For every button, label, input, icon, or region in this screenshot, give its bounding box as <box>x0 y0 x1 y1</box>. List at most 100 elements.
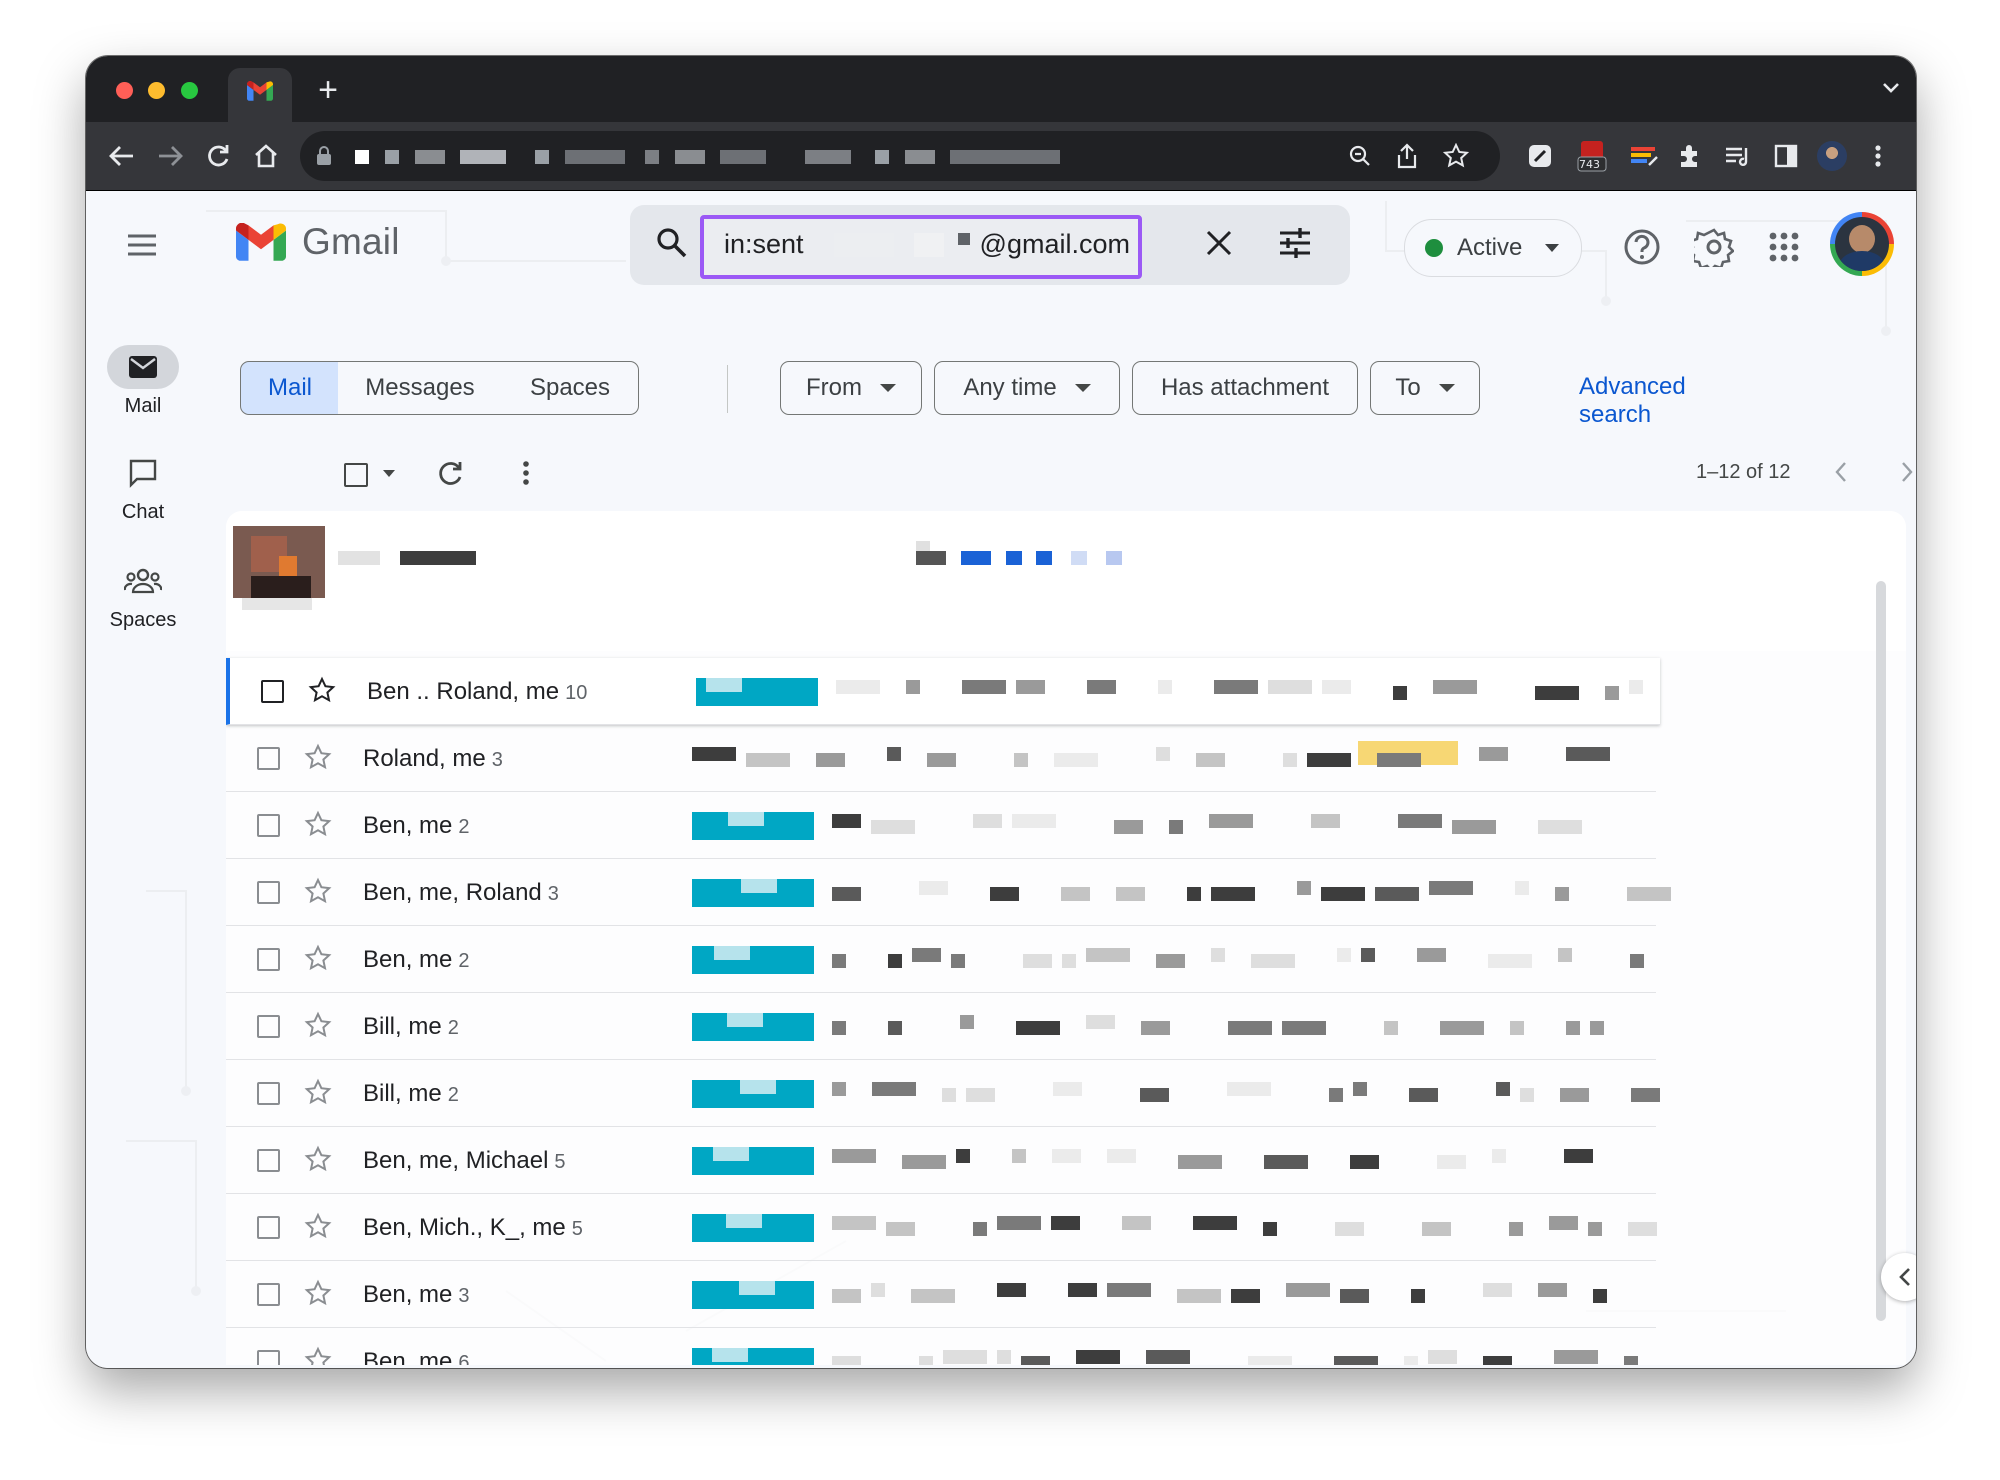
star-icon[interactable] <box>304 810 332 838</box>
star-icon[interactable] <box>304 877 332 905</box>
browser-window: + 743 Gmail in:sent @gmail.com Active Ma… <box>86 56 1916 1368</box>
star-icon[interactable] <box>304 1078 332 1106</box>
tab-gmail[interactable] <box>228 68 292 122</box>
reload-icon[interactable] <box>200 138 236 174</box>
zoom-icon[interactable] <box>1348 144 1372 168</box>
close-window-button[interactable] <box>116 82 133 99</box>
thread-row[interactable]: Ben, me 2 <box>226 792 1656 859</box>
row-subject-redacted <box>692 1137 1652 1183</box>
thread-row[interactable]: Ben, me 6 <box>226 1328 1656 1365</box>
search-options-icon[interactable] <box>1278 227 1312 259</box>
reading-list-icon[interactable] <box>1720 138 1756 174</box>
filter-chip-to[interactable]: To <box>1370 361 1480 415</box>
star-icon[interactable] <box>304 1346 332 1365</box>
row-checkbox[interactable] <box>257 948 280 971</box>
share-icon[interactable] <box>1396 143 1418 169</box>
profile-avatar[interactable] <box>1814 138 1850 174</box>
next-page-chevron-icon[interactable] <box>1900 461 1914 483</box>
search-input[interactable]: in:sent @gmail.com <box>700 215 1142 279</box>
status-dropdown[interactable]: Active <box>1404 219 1582 277</box>
status-label: Active <box>1457 234 1523 261</box>
tab-search-chevron-icon[interactable] <box>1882 74 1900 100</box>
new-tab-button[interactable]: + <box>308 70 348 110</box>
thread-row[interactable]: Bill, me 2 <box>226 1060 1660 1127</box>
help-icon[interactable] <box>1618 223 1666 271</box>
star-icon[interactable] <box>304 1212 332 1240</box>
select-all-checkbox[interactable] <box>344 463 368 487</box>
gmail-logo[interactable]: Gmail <box>236 221 400 263</box>
apps-grid-icon[interactable] <box>1760 223 1808 271</box>
thread-row[interactable]: Ben, me, Michael 5 <box>226 1127 1656 1194</box>
filter-chip-any-time[interactable]: Any time <box>934 361 1120 415</box>
more-vert-icon[interactable] <box>522 459 530 487</box>
clear-search-icon[interactable] <box>1203 227 1235 259</box>
gmail-logo-icon <box>236 223 286 261</box>
extension-compose-icon[interactable] <box>1522 138 1558 174</box>
search-icon[interactable] <box>654 225 690 261</box>
star-icon[interactable] <box>304 1011 332 1039</box>
forward-icon[interactable] <box>152 138 188 174</box>
row-checkbox[interactable] <box>257 1082 280 1105</box>
extension-palette-icon[interactable] <box>1626 138 1662 174</box>
thread-row[interactable]: Roland, me 3 <box>226 725 1656 792</box>
star-icon[interactable] <box>304 944 332 972</box>
thread-row[interactable]: Ben, me 3 <box>226 1261 1656 1328</box>
scrollbar[interactable] <box>1876 581 1886 1321</box>
address-bar[interactable] <box>300 131 1500 181</box>
row-checkbox[interactable] <box>257 1216 280 1239</box>
row-subject-redacted <box>692 1003 1652 1049</box>
row-checkbox[interactable] <box>257 747 280 770</box>
list-action-bar: 1–12 of 12 <box>240 441 1913 505</box>
zoom-window-button[interactable] <box>180 82 198 99</box>
refresh-icon[interactable] <box>436 459 464 487</box>
row-message-count: 2 <box>447 1084 459 1106</box>
row-checkbox[interactable] <box>257 1283 280 1306</box>
back-icon[interactable] <box>104 138 140 174</box>
account-avatar[interactable] <box>1830 212 1894 276</box>
extension-badge-icon[interactable]: 743 <box>1574 138 1610 174</box>
search-query-suffix: @gmail.com <box>979 229 1130 259</box>
side-panel-icon[interactable] <box>1768 138 1804 174</box>
lock-icon[interactable] <box>316 146 332 166</box>
star-icon[interactable] <box>308 676 336 704</box>
thread-row[interactable]: Ben, me 2 <box>226 926 1656 993</box>
main-menu-icon[interactable] <box>116 219 168 271</box>
thread-row[interactable]: Ben, me, Roland 3 <box>226 859 1671 926</box>
home-icon[interactable] <box>248 138 284 174</box>
search-bar[interactable]: in:sent @gmail.com <box>630 205 1350 285</box>
mail-list-panel: Ben .. Roland, me 10 Roland, me 3 Ben, me 2 Be… <box>226 511 1906 1365</box>
rail-item-mail[interactable]: Mail <box>86 345 200 418</box>
rail-item-chat[interactable]: Chat <box>86 451 200 524</box>
star-icon[interactable] <box>304 1279 332 1307</box>
contact-photo-redacted <box>233 526 325 598</box>
thread-row[interactable]: Bill, me 2 <box>226 993 1656 1060</box>
filter-chip-from[interactable]: From <box>780 361 922 415</box>
row-checkbox[interactable] <box>261 680 284 703</box>
settings-gear-icon[interactable] <box>1690 223 1738 271</box>
minimize-window-button[interactable] <box>148 82 166 99</box>
filter-chip-has-attachment[interactable]: Has attachment <box>1132 361 1358 415</box>
row-checkbox[interactable] <box>257 1015 280 1038</box>
bookmark-star-icon[interactable] <box>1443 143 1469 169</box>
row-checkbox[interactable] <box>257 1149 280 1172</box>
prev-page-chevron-icon[interactable] <box>1834 461 1848 483</box>
thread-row[interactable]: Ben, Mich., K_, me 5 <box>226 1194 1657 1261</box>
rail-item-spaces[interactable]: Spaces <box>86 559 200 632</box>
row-sender-names: Ben, me <box>363 1348 453 1365</box>
thread-row[interactable]: Ben .. Roland, me 10 <box>226 658 1660 725</box>
caret-down-icon <box>1074 384 1091 392</box>
extensions-puzzle-icon[interactable] <box>1672 138 1708 174</box>
row-sender: Ben, me 6 <box>363 1348 470 1365</box>
star-icon[interactable] <box>304 743 332 771</box>
filter-segment-messages[interactable]: Messages <box>338 361 503 415</box>
row-checkbox[interactable] <box>257 814 280 837</box>
star-icon[interactable] <box>304 1145 332 1173</box>
row-checkbox[interactable] <box>257 881 280 904</box>
row-checkbox[interactable] <box>257 1350 280 1365</box>
tab-bar: + <box>86 56 1916 122</box>
select-dropdown-caret-icon[interactable] <box>382 469 396 479</box>
advanced-search-link[interactable]: Advanced search <box>1579 373 1686 429</box>
browser-menu-icon[interactable] <box>1860 138 1896 174</box>
filter-segment-spaces[interactable]: Spaces <box>502 361 639 415</box>
filter-segment-mail[interactable]: Mail <box>240 361 340 415</box>
